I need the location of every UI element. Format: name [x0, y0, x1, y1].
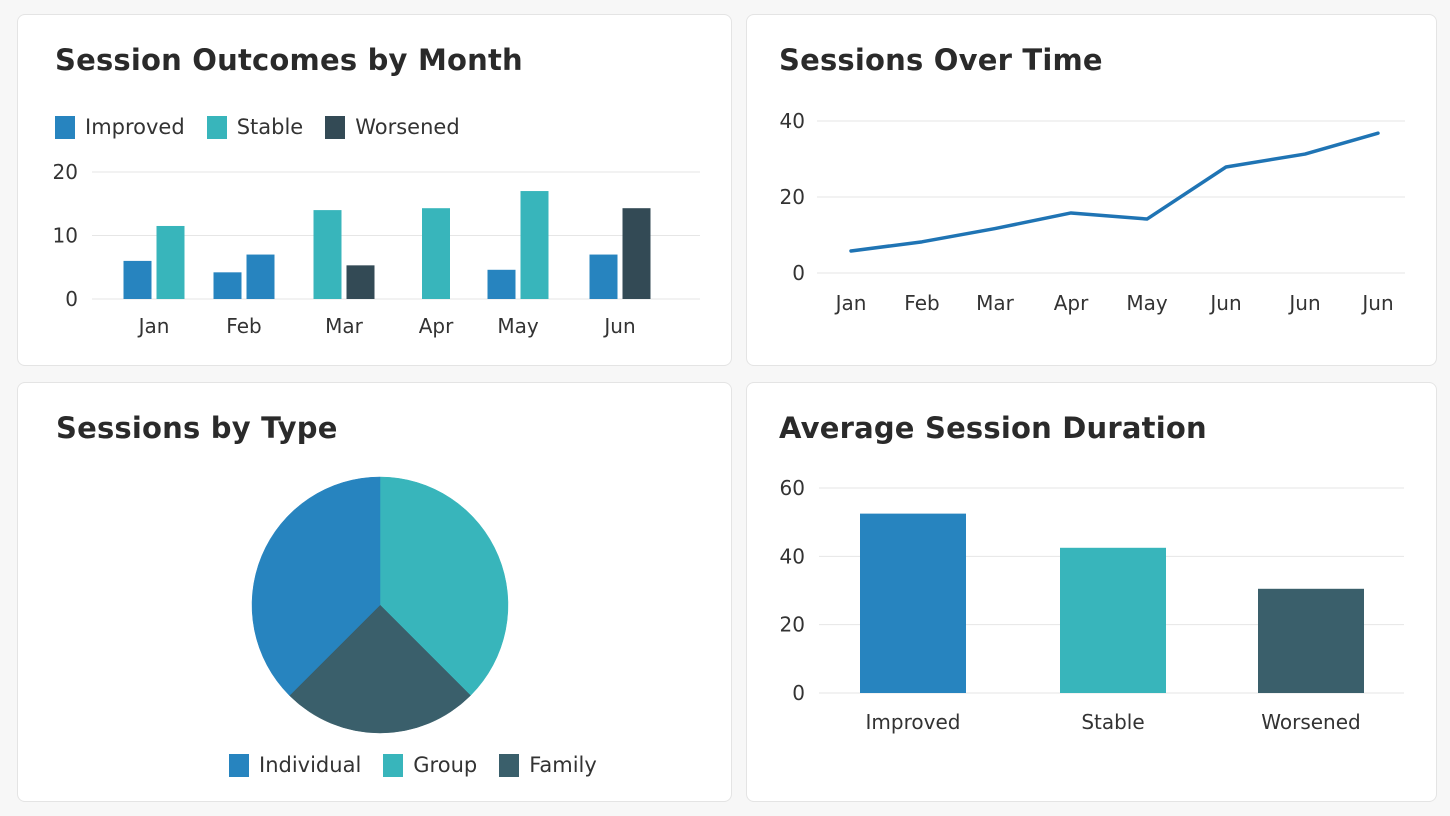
outcomes-card: Session Outcomes by Month Improved Stabl…: [17, 14, 732, 366]
legend-label-family: Family: [529, 753, 597, 777]
avg-duration-chart: 0 20 40 60 Improved Stable Worsened: [780, 476, 1404, 734]
y-tick-label: 20: [780, 613, 805, 637]
legend-item-group: Group: [383, 753, 477, 777]
x-tick-label: Mar: [976, 291, 1015, 315]
bar-worsened: [1258, 588, 1364, 693]
legend-item-family: Family: [499, 753, 597, 777]
y-tick-label: 40: [780, 544, 805, 568]
x-tick-label: Stable: [1081, 710, 1144, 734]
x-tick-label: May: [1126, 291, 1168, 315]
legend-swatch-family: [499, 753, 520, 777]
bar-jan-stable: [156, 225, 185, 299]
y-tick-label: 0: [792, 261, 805, 285]
y-tick-label: 40: [780, 109, 805, 133]
y-tick-label: 10: [53, 224, 78, 248]
bar-mar-stable: [313, 210, 342, 299]
bar-feb-improved: [213, 272, 242, 299]
x-tick-label: Apr: [419, 314, 454, 338]
sessions-by-type-card: Sessions by Type Individual Group Family: [17, 382, 732, 802]
x-tick-label: Apr: [1054, 291, 1089, 315]
x-tick-label: Jan: [834, 291, 867, 315]
x-tick-label: Jun: [1360, 291, 1393, 315]
y-tick-label: 20: [53, 160, 78, 184]
y-tick-label: 0: [65, 287, 78, 311]
sessions-by-type-legend: Individual Group Family: [229, 753, 597, 777]
y-tick-label: 20: [780, 185, 805, 209]
sessions-over-time-card: Sessions Over Time 0 20 40 Jan Feb Mar Apr May J…: [746, 14, 1437, 366]
x-tick-label: Mar: [325, 314, 364, 338]
x-tick-label: Jun: [602, 314, 635, 338]
x-tick-label: Feb: [904, 291, 939, 315]
sessions-line: [849, 131, 1380, 253]
y-tick-label: 60: [780, 476, 805, 500]
outcomes-chart: 0 10 20 Jan Feb Mar Apr May Jun: [53, 160, 700, 338]
x-tick-label: Worsened: [1261, 710, 1360, 734]
bar-jan-improved: [123, 260, 152, 299]
bar-mar-worsened: [346, 265, 375, 299]
legend-swatch-individual: [229, 753, 249, 777]
x-tick-label: Improved: [866, 710, 961, 734]
sessions-over-time-chart: 0 20 40 Jan Feb Mar Apr May Jun Jun Jun: [780, 109, 1405, 315]
y-tick-label: 0: [792, 681, 805, 705]
sessions-by-type-chart: [251, 476, 509, 734]
x-tick-label: Jan: [137, 314, 170, 338]
bar-may-improved: [487, 269, 516, 299]
x-tick-label: Jun: [1208, 291, 1241, 315]
x-tick-label: Feb: [226, 314, 261, 338]
bar-feb-improved: [246, 254, 275, 299]
x-tick-label: Jun: [1287, 291, 1320, 315]
legend-item-individual: Individual: [229, 753, 361, 777]
bar-may-stable: [520, 191, 549, 299]
bar-jun-worsened: [622, 208, 651, 299]
bar-apr-stable: [422, 208, 450, 299]
bar-stable: [1060, 547, 1166, 693]
avg-duration-card: Average Session Duration 0 20 40 60 Improved…: [746, 382, 1437, 802]
bar-improved: [860, 513, 966, 693]
legend-label-group: Group: [413, 753, 478, 777]
legend-label-individual: Individual: [259, 753, 362, 777]
legend-swatch-group: [383, 753, 404, 777]
x-tick-label: May: [497, 314, 539, 338]
bar-jun-improved: [589, 254, 618, 299]
